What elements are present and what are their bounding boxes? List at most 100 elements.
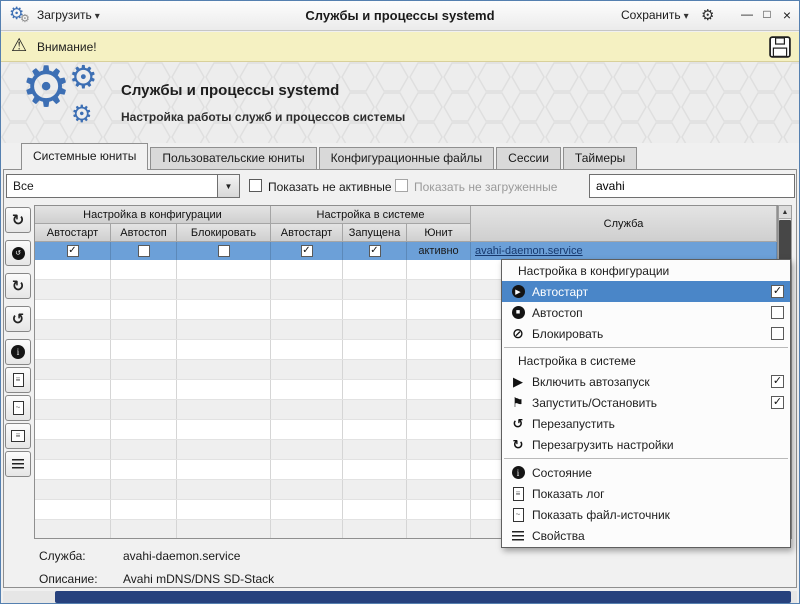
properties-button[interactable] [5,451,31,477]
show-not-loaded-checkbox[interactable] [395,179,408,192]
table-cell [407,460,471,479]
table-cell [111,520,177,539]
table-cell [343,460,407,479]
system-autostart-checkbox[interactable]: ✓ [301,245,313,257]
menu-separator [504,347,788,348]
tab-config-files[interactable]: Конфигурационные файлы [319,147,494,170]
menu-item-autostop[interactable]: ■ Автостоп [502,302,790,323]
menu-item-show-source[interactable]: ~ Показать файл-источник [502,504,790,525]
table-cell [271,380,343,399]
column-header-unit[interactable]: Юнит [407,224,471,242]
table-cell [407,400,471,419]
scroll-up-icon[interactable]: ▲ [779,206,791,219]
maximize-button[interactable]: □ [759,7,775,21]
log-file-icon: ≡ [13,373,24,387]
status-button[interactable]: i [5,339,31,365]
autostop-menu-checkbox[interactable] [771,306,784,319]
unit-filter-value: Все [7,179,217,193]
table-cell [271,500,343,519]
settings-gear-button[interactable]: ⚙ [701,6,714,24]
tab-timers[interactable]: Таймеры [563,147,637,170]
column-header-config-autostop[interactable]: Автостоп [111,224,177,242]
table-cell [271,460,343,479]
group-header-config[interactable]: Настройка в конфигурации [35,206,271,224]
menu-item-reload[interactable]: ↻ Перезагрузить настройки [502,434,790,455]
logo-gear-large-icon: ⚙ [21,62,71,120]
service-link[interactable]: avahi-daemon.service [475,245,583,257]
combo-arrow-button[interactable]: ▼ [217,175,239,197]
console-button[interactable]: ≡ [5,423,31,449]
save-menu-button[interactable]: Сохранить▾ [621,8,689,22]
table-cell [111,440,177,459]
table-cell [35,360,111,379]
source-file-icon: ~ [508,508,528,522]
save-file-icon[interactable] [769,36,791,61]
config-autostart-checkbox[interactable]: ✓ [67,245,79,257]
horizontal-scrollbar[interactable] [3,591,797,603]
column-header-config-block[interactable]: Блокировать [177,224,271,242]
menu-item-autostart[interactable]: ▶ Автостарт ✓ [502,281,790,302]
flag-icon: ⚑ [508,395,528,411]
tab-user-units[interactable]: Пользовательские юниты [150,147,316,170]
table-cell [343,480,407,499]
table-cell [111,460,177,479]
column-header-system-running[interactable]: Запущена [343,224,407,242]
config-autostop-checkbox[interactable] [138,245,150,257]
search-input[interactable] [589,174,795,198]
chevron-down-icon: ▼ [225,182,233,191]
chevron-down-icon: ▾ [95,11,100,22]
tab-bar: Системные юниты Пользовательские юниты К… [21,143,637,170]
refresh-button[interactable]: ↻ [5,207,31,233]
minimize-button[interactable]: — [739,7,755,21]
load-menu-button[interactable]: Загрузить▾ [37,8,100,22]
column-header-system-autostart[interactable]: Автостарт [271,224,343,242]
system-running-checkbox[interactable]: ✓ [369,245,381,257]
menu-item-show-log[interactable]: ≡ Показать лог [502,483,790,504]
chevron-down-icon: ▾ [684,11,689,22]
column-header-config-autostart[interactable]: Автостарт [35,224,111,242]
start-stop-menu-checkbox[interactable]: ✓ [771,396,784,409]
tab-system-units[interactable]: Системные юниты [21,143,148,170]
menu-item-start-stop[interactable]: ⚑ Запустить/Остановить ✓ [502,392,790,413]
show-inactive-checkbox[interactable] [249,179,262,192]
autostart-menu-checkbox[interactable]: ✓ [771,285,784,298]
table-cell [177,440,271,459]
config-block-checkbox[interactable] [218,245,230,257]
table-cell [343,520,407,539]
table-cell [407,420,471,439]
table-cell [343,400,407,419]
close-button[interactable]: × [779,7,795,23]
menu-item-restart[interactable]: ↺ Перезапустить [502,413,790,434]
column-header-service[interactable]: Служба [471,206,777,242]
hexagon-pattern [1,62,799,143]
vertical-scrollbar-thumb[interactable] [779,220,791,264]
tab-sessions[interactable]: Сессии [496,147,561,170]
block-menu-checkbox[interactable] [771,327,784,340]
restart-button[interactable]: ↻ [5,273,31,299]
reload-button[interactable]: ↺ [5,306,31,332]
table-cell [35,280,111,299]
show-source-button[interactable]: ~ [5,395,31,421]
menu-item-state[interactable]: i Состояние [502,462,790,483]
restart-icon: ↻ [12,277,25,295]
table-cell [343,380,407,399]
unit-filter-dropdown[interactable]: Все ▼ [6,174,240,198]
menu-item-properties[interactable]: Свойства [502,525,790,546]
table-cell [407,320,471,339]
table-cell [271,340,343,359]
header-banner: ⚙ ⚙ ⚙ Службы и процессы systemd Настройк… [1,62,799,143]
table-cell [407,480,471,499]
table-row-avahi[interactable]: ✓ ✓ ✓ активно avahi-daemon.service [35,242,777,260]
table-cell [177,400,271,419]
menu-item-block[interactable]: ⊘ Блокировать [502,323,790,344]
play-icon: ▶ [508,374,528,390]
table-cell [35,500,111,519]
group-header-system[interactable]: Настройка в системе [271,206,471,224]
table-cell [111,300,177,319]
reset-button[interactable]: ↺ [5,240,31,266]
enable-autostart-menu-checkbox[interactable]: ✓ [771,375,784,388]
table-cell [111,360,177,379]
show-log-button[interactable]: ≡ [5,367,31,393]
menu-item-enable-autostart[interactable]: ▶ Включить автозапуск ✓ [502,371,790,392]
horizontal-scrollbar-thumb[interactable] [55,591,791,603]
